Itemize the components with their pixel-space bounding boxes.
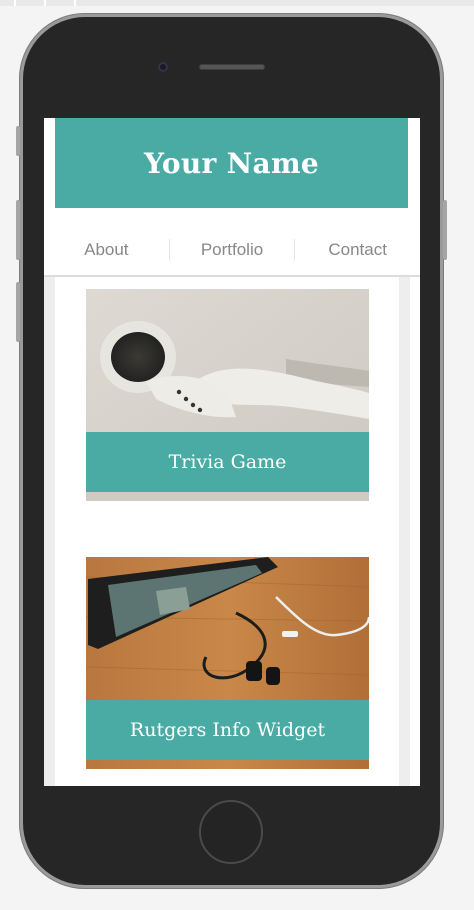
nav-link-about[interactable]: About <box>44 230 169 270</box>
portfolio-content: Trivia Game Rutgers Info Widget <box>44 277 420 786</box>
site-title: Your Name <box>144 146 319 180</box>
front-camera-icon <box>158 62 168 72</box>
mute-switch <box>16 126 20 156</box>
top-strip <box>0 0 474 6</box>
volume-up-button <box>16 200 20 260</box>
speaker-grille <box>199 64 265 70</box>
phone-screen: Your Name About Portfolio Contact Trivia… <box>44 118 420 786</box>
home-button[interactable] <box>199 800 263 864</box>
right-gutter <box>399 277 410 786</box>
nav-link-portfolio[interactable]: Portfolio <box>170 230 295 270</box>
project-title: Trivia Game <box>86 432 369 492</box>
project-title: Rutgers Info Widget <box>86 700 369 760</box>
site-header: Your Name <box>55 118 408 208</box>
project-card-trivia-game[interactable]: Trivia Game <box>86 289 369 501</box>
left-gutter <box>44 277 55 786</box>
nav-link-contact[interactable]: Contact <box>295 230 420 270</box>
project-card-rutgers-info-widget[interactable]: Rutgers Info Widget <box>86 557 369 769</box>
main-nav: About Portfolio Contact <box>44 230 420 270</box>
power-button <box>443 200 447 260</box>
volume-down-button <box>16 282 20 342</box>
